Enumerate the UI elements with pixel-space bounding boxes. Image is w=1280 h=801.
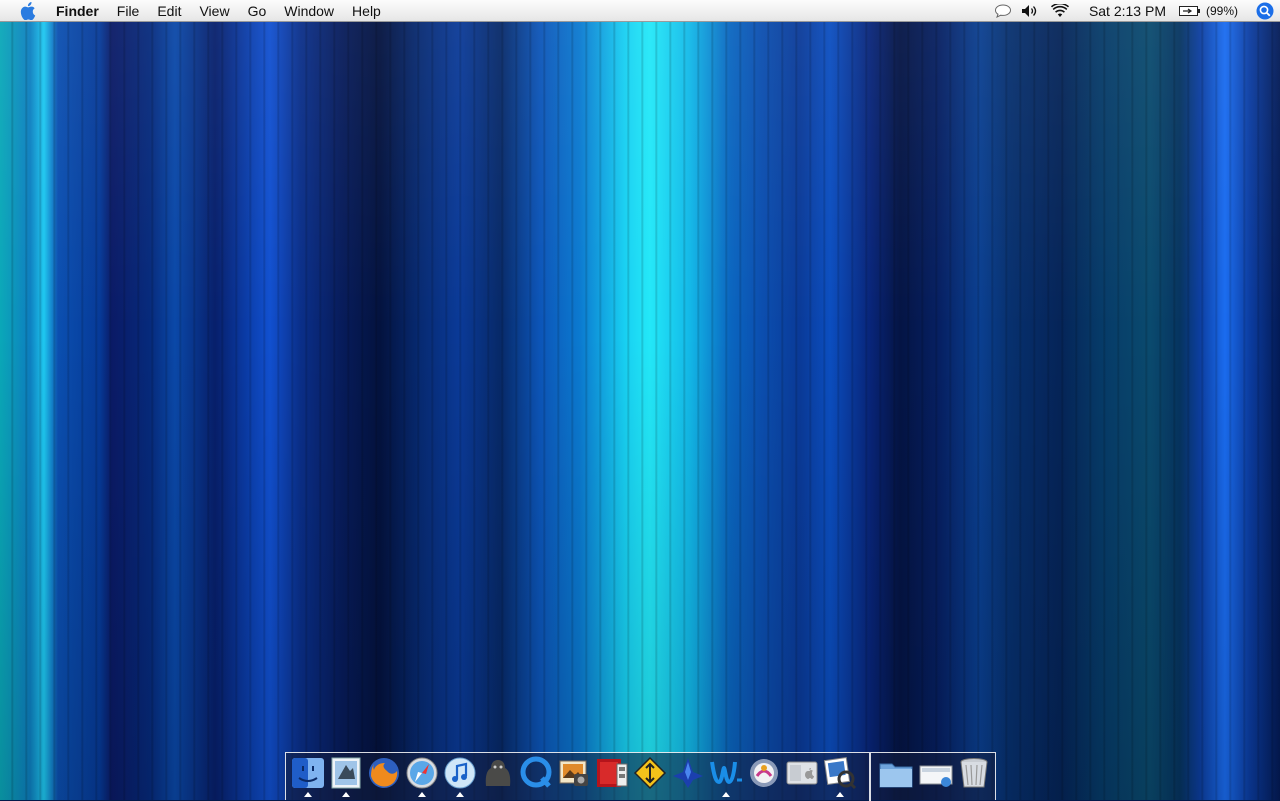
itunes-icon xyxy=(444,757,476,789)
mail-icon xyxy=(331,757,361,789)
dock-app-firefox[interactable] xyxy=(366,756,402,794)
running-indicator xyxy=(304,792,312,797)
wifi-icon[interactable] xyxy=(1045,0,1075,22)
textwrangler-icon xyxy=(710,761,742,785)
firefox-icon xyxy=(369,758,399,788)
dock-app-adium[interactable] xyxy=(480,756,516,794)
menu-app-name[interactable]: Finder xyxy=(52,0,108,22)
dock-app-quicktime[interactable] xyxy=(518,756,554,794)
running-indicator xyxy=(342,792,350,797)
dock-app-itunes[interactable] xyxy=(442,756,478,797)
iphoto-icon xyxy=(559,760,588,786)
transmit-icon xyxy=(633,756,667,790)
downloads-stack-icon xyxy=(919,765,953,787)
dock-app-iphoto[interactable] xyxy=(556,756,592,794)
menu-bar: Finder File Edit View Go Window Help Sat… xyxy=(0,0,1280,22)
speaker-icon[interactable] xyxy=(1015,0,1045,22)
desktop-wallpaper xyxy=(0,22,1280,800)
menu-view[interactable]: View xyxy=(190,0,238,22)
dock-app-safari[interactable] xyxy=(404,756,440,797)
safari-icon xyxy=(406,757,438,789)
dock-app-front-row[interactable] xyxy=(594,756,630,794)
dock xyxy=(285,752,996,801)
battery-icon[interactable] xyxy=(1178,0,1202,22)
quicktime-icon xyxy=(520,756,552,788)
dock-app-textwrangler[interactable] xyxy=(708,756,744,797)
running-indicator xyxy=(836,792,844,797)
running-indicator xyxy=(722,792,730,797)
preview-icon xyxy=(823,757,857,790)
front-row-icon xyxy=(597,759,628,787)
apple-logo-icon[interactable] xyxy=(18,1,38,21)
camino-icon xyxy=(750,759,778,787)
menu-help[interactable]: Help xyxy=(343,0,390,22)
dock-app-preview[interactable] xyxy=(822,756,858,797)
dock-stack-trash[interactable] xyxy=(956,756,992,794)
menu-window[interactable]: Window xyxy=(275,0,343,22)
finder-icon xyxy=(292,758,324,788)
dock-stack-applications[interactable] xyxy=(878,756,914,794)
dock-stack-downloads[interactable] xyxy=(918,756,954,794)
menu-extras: Sat 2:13 PM (99%) xyxy=(991,0,1280,22)
spotlight-search-icon[interactable] xyxy=(1250,0,1280,22)
boot-camp-icon xyxy=(786,761,818,785)
adium-icon xyxy=(485,760,511,786)
dock-app-camino[interactable] xyxy=(746,756,782,794)
applications-folder-icon xyxy=(879,763,913,788)
menu-edit[interactable]: Edit xyxy=(148,0,190,22)
running-indicator xyxy=(418,792,426,797)
menu-go[interactable]: Go xyxy=(239,0,276,22)
menu-clock[interactable]: Sat 2:13 PM xyxy=(1075,3,1178,19)
dock-app-transmit[interactable] xyxy=(632,756,668,794)
trash-icon xyxy=(960,758,988,788)
dock-app-mail[interactable] xyxy=(328,756,364,797)
menu-file[interactable]: File xyxy=(108,0,149,22)
battery-percent: (99%) xyxy=(1205,4,1238,18)
speech-bubble-icon[interactable] xyxy=(991,0,1015,22)
dock-separator xyxy=(869,753,871,801)
dock-app-dashcode[interactable] xyxy=(670,756,706,794)
dashcode-icon xyxy=(673,758,703,788)
dock-app-boot-camp[interactable] xyxy=(784,756,820,794)
dock-app-finder[interactable] xyxy=(290,756,326,797)
running-indicator xyxy=(456,792,464,797)
